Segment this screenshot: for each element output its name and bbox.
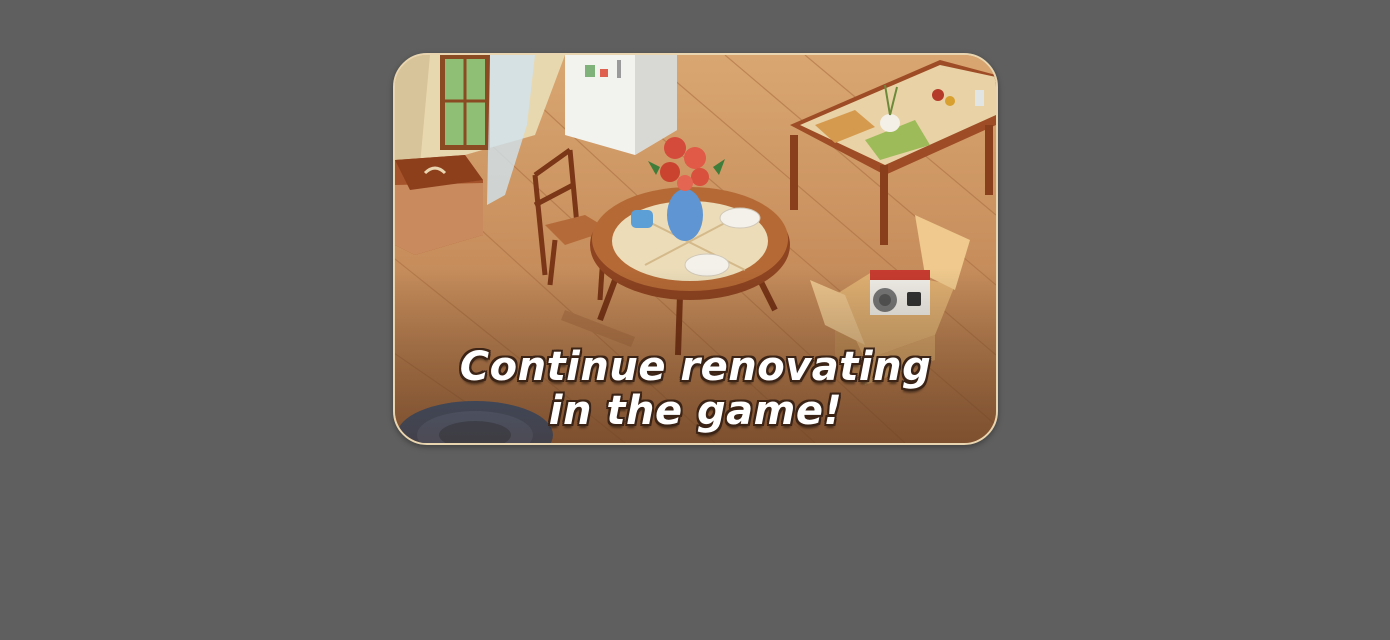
promo-card[interactable]: Continue renovating in the game! bbox=[393, 53, 998, 445]
caption-line-2: in the game! bbox=[548, 388, 843, 434]
promo-caption: Continue renovating in the game! bbox=[395, 345, 996, 433]
caption-line-1: Continue renovating bbox=[459, 344, 932, 390]
